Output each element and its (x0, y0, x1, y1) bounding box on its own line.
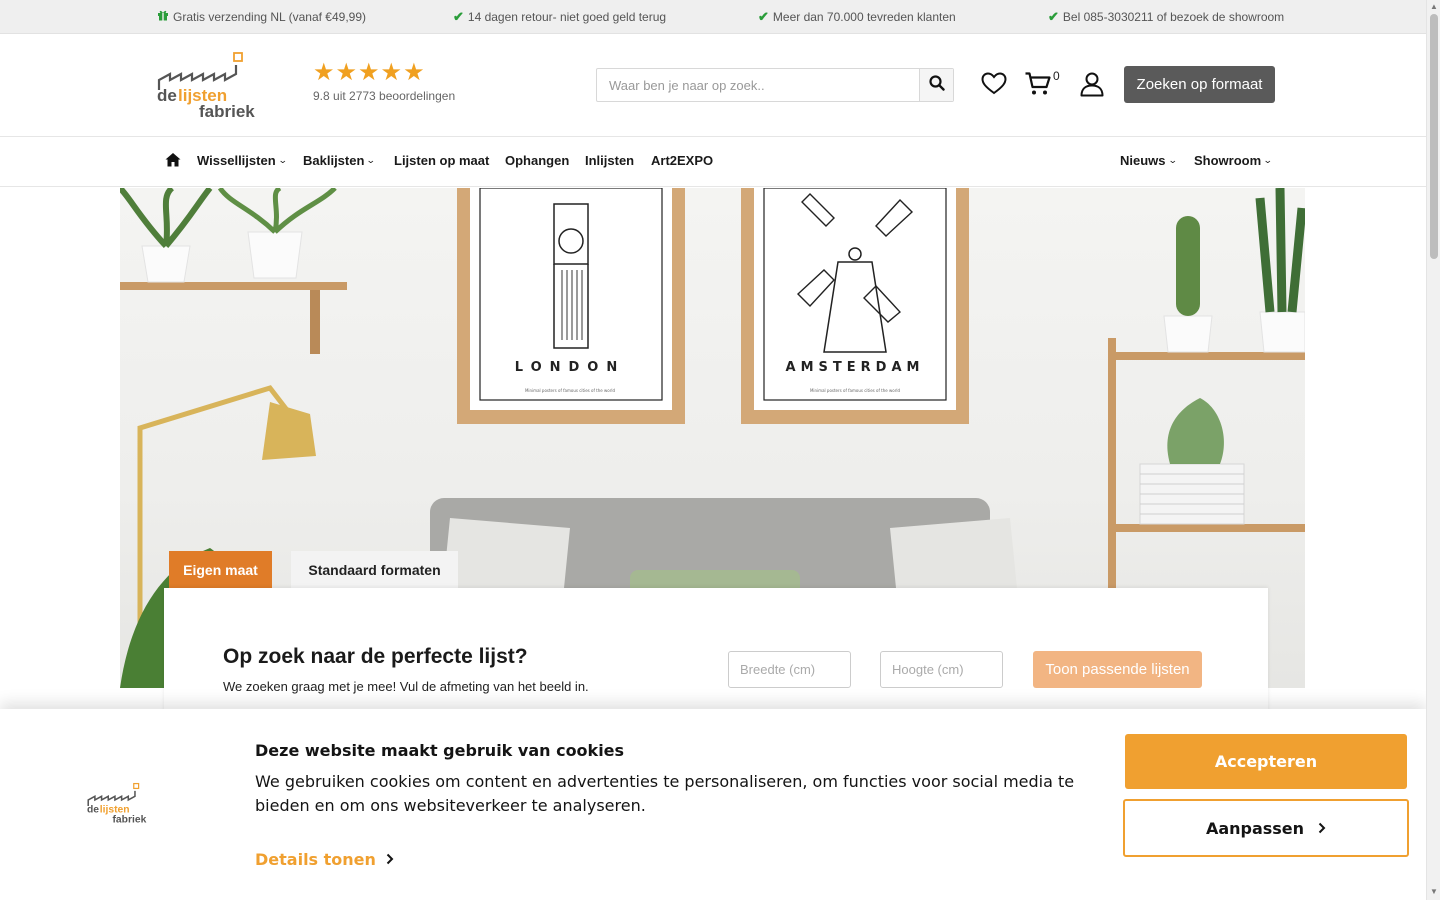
poster-left-title: LONDON (515, 360, 625, 375)
wishlist-button[interactable] (980, 71, 1008, 101)
scroll-up-arrow-icon[interactable]: ▲ (1427, 1, 1440, 13)
search-input[interactable] (597, 69, 920, 101)
nav-wissellijsten[interactable]: Wissellijsten ⌄ (197, 153, 288, 168)
check-icon: ✔ (453, 9, 464, 24)
nav-label: Showroom (1194, 153, 1262, 168)
gift-icon (157, 9, 169, 24)
nav-baklijsten[interactable]: Baklijsten ⌄ (303, 153, 377, 168)
cookie-banner: de lijsten fabriek Deze website maakt ge… (0, 709, 1426, 900)
width-input[interactable] (728, 651, 851, 688)
svg-text:fabriek: fabriek (199, 102, 255, 118)
chevron-right-icon (386, 850, 394, 869)
heart-icon (981, 71, 1007, 101)
chevron-down-icon: ⌄ (277, 155, 288, 165)
main-nav: Wissellijsten ⌄ Baklijsten ⌄ Lijsten op … (0, 137, 1426, 187)
search-button[interactable] (919, 69, 953, 101)
scroll-thumb[interactable] (1430, 14, 1438, 259)
rating-stars: ★★★★★ (313, 59, 426, 86)
scroll-down-arrow-icon[interactable]: ▼ (1427, 886, 1440, 898)
nav-label: Art2EXPO (651, 153, 714, 168)
usp-text: Bel 085-3030211 of bezoek de showroom (1062, 10, 1285, 24)
chevron-down-icon: ⌄ (1263, 155, 1273, 165)
cookie-details-link[interactable]: Details tonen (255, 850, 394, 869)
nav-home[interactable] (165, 152, 181, 170)
cookie-logo: de lijsten fabriek (87, 782, 155, 825)
details-label: Details tonen (255, 850, 376, 869)
tab-eigen-maat[interactable]: Eigen maat (169, 551, 272, 588)
nav-label: Ophangen (505, 153, 570, 168)
cart-count-badge: 0 (1053, 69, 1060, 83)
cart-button[interactable] (1024, 71, 1052, 102)
usp-customers: ✔ Meer dan 70.000 tevreden klanten (758, 9, 956, 25)
nav-label: Inlijsten (585, 153, 635, 168)
site-logo[interactable]: de lijsten fabriek (157, 52, 269, 121)
nav-inlijsten[interactable]: Inlijsten (585, 153, 634, 168)
usp-text: Gratis verzending NL (vanaf €49,99) (173, 9, 366, 24)
nav-showroom[interactable]: Showroom ⌄ (1194, 153, 1273, 168)
cookie-title: Deze website maakt gebruik van cookies (255, 741, 625, 760)
nav-label: Baklijsten (303, 153, 365, 168)
chevron-right-icon (1318, 819, 1326, 838)
svg-text:de: de (87, 805, 99, 816)
account-button[interactable] (1078, 72, 1106, 100)
show-frames-button[interactable]: Toon passende lijsten (1033, 651, 1202, 688)
check-icon: ✔ (1048, 9, 1059, 24)
accept-cookies-button[interactable]: Accepteren (1125, 734, 1407, 789)
poster-right-caption: Minimal posters of famous cities of the … (810, 388, 901, 393)
poster-right-title: AMSTERDAM (786, 360, 925, 375)
cookie-text: We gebruiken cookies om content en adver… (255, 772, 1075, 815)
usp-bar: Gratis verzending NL (vanaf €49,99) ✔ 14… (0, 0, 1426, 34)
usp-shipping: Gratis verzending NL (vanaf €49,99) (157, 9, 366, 24)
usp-phone: ✔ Bel 085-3030211 of bezoek de showroom (1048, 9, 1284, 25)
finder-subtitle: We zoeken graag met je mee! Vul de afmet… (223, 679, 589, 694)
user-icon (1079, 71, 1105, 102)
home-icon (165, 152, 181, 170)
nav-ophangen[interactable]: Ophangen (505, 153, 569, 168)
rating-widget[interactable]: ★★★★★ 9.8 uit 2773 beoordelingen (313, 58, 455, 103)
nav-label: Lijsten op maat (394, 153, 490, 168)
cart-icon (1024, 71, 1052, 102)
rating-text: 9.8 uit 2773 beoordelingen (313, 89, 456, 103)
tab-standaard-formaten[interactable]: Standaard formaten (291, 551, 458, 588)
adjust-label: Aanpassen (1205, 818, 1305, 838)
check-icon: ✔ (758, 9, 769, 24)
svg-text:fabriek: fabriek (113, 814, 147, 824)
usp-text: 14 dagen retour- niet goed geld terug (467, 10, 667, 24)
poster-left-caption: Minimal posters of famous cities of the … (525, 388, 616, 393)
chevron-down-icon: ⌄ (366, 155, 377, 165)
search-icon (928, 74, 945, 96)
svg-text:de: de (157, 86, 177, 105)
nav-lijsten-op-maat[interactable]: Lijsten op maat (394, 153, 489, 168)
page-scrollbar[interactable]: ▲ ▼ (1426, 0, 1440, 900)
chevron-down-icon: ⌄ (1167, 155, 1178, 165)
frame-finder-panel: Op zoek naar de perfecte lijst? We zoeke… (164, 588, 1268, 728)
height-input[interactable] (880, 651, 1003, 688)
nav-label: Wissellijsten (197, 153, 276, 168)
search-bar (596, 68, 954, 102)
site-header: de lijsten fabriek ★★★★★ 9.8 uit 2773 be… (0, 34, 1426, 137)
usp-text: Meer dan 70.000 tevreden klanten (772, 10, 956, 24)
finder-title: Op zoek naar de perfecte lijst? (223, 645, 528, 668)
search-by-size-button[interactable]: Zoeken op formaat (1124, 66, 1275, 103)
usp-return: ✔ 14 dagen retour- niet goed geld terug (453, 9, 666, 25)
adjust-cookies-button[interactable]: Aanpassen (1123, 799, 1409, 857)
nav-art2expo[interactable]: Art2EXPO (651, 153, 713, 168)
nav-nieuws[interactable]: Nieuws ⌄ (1120, 153, 1178, 168)
nav-label: Nieuws (1120, 153, 1166, 168)
